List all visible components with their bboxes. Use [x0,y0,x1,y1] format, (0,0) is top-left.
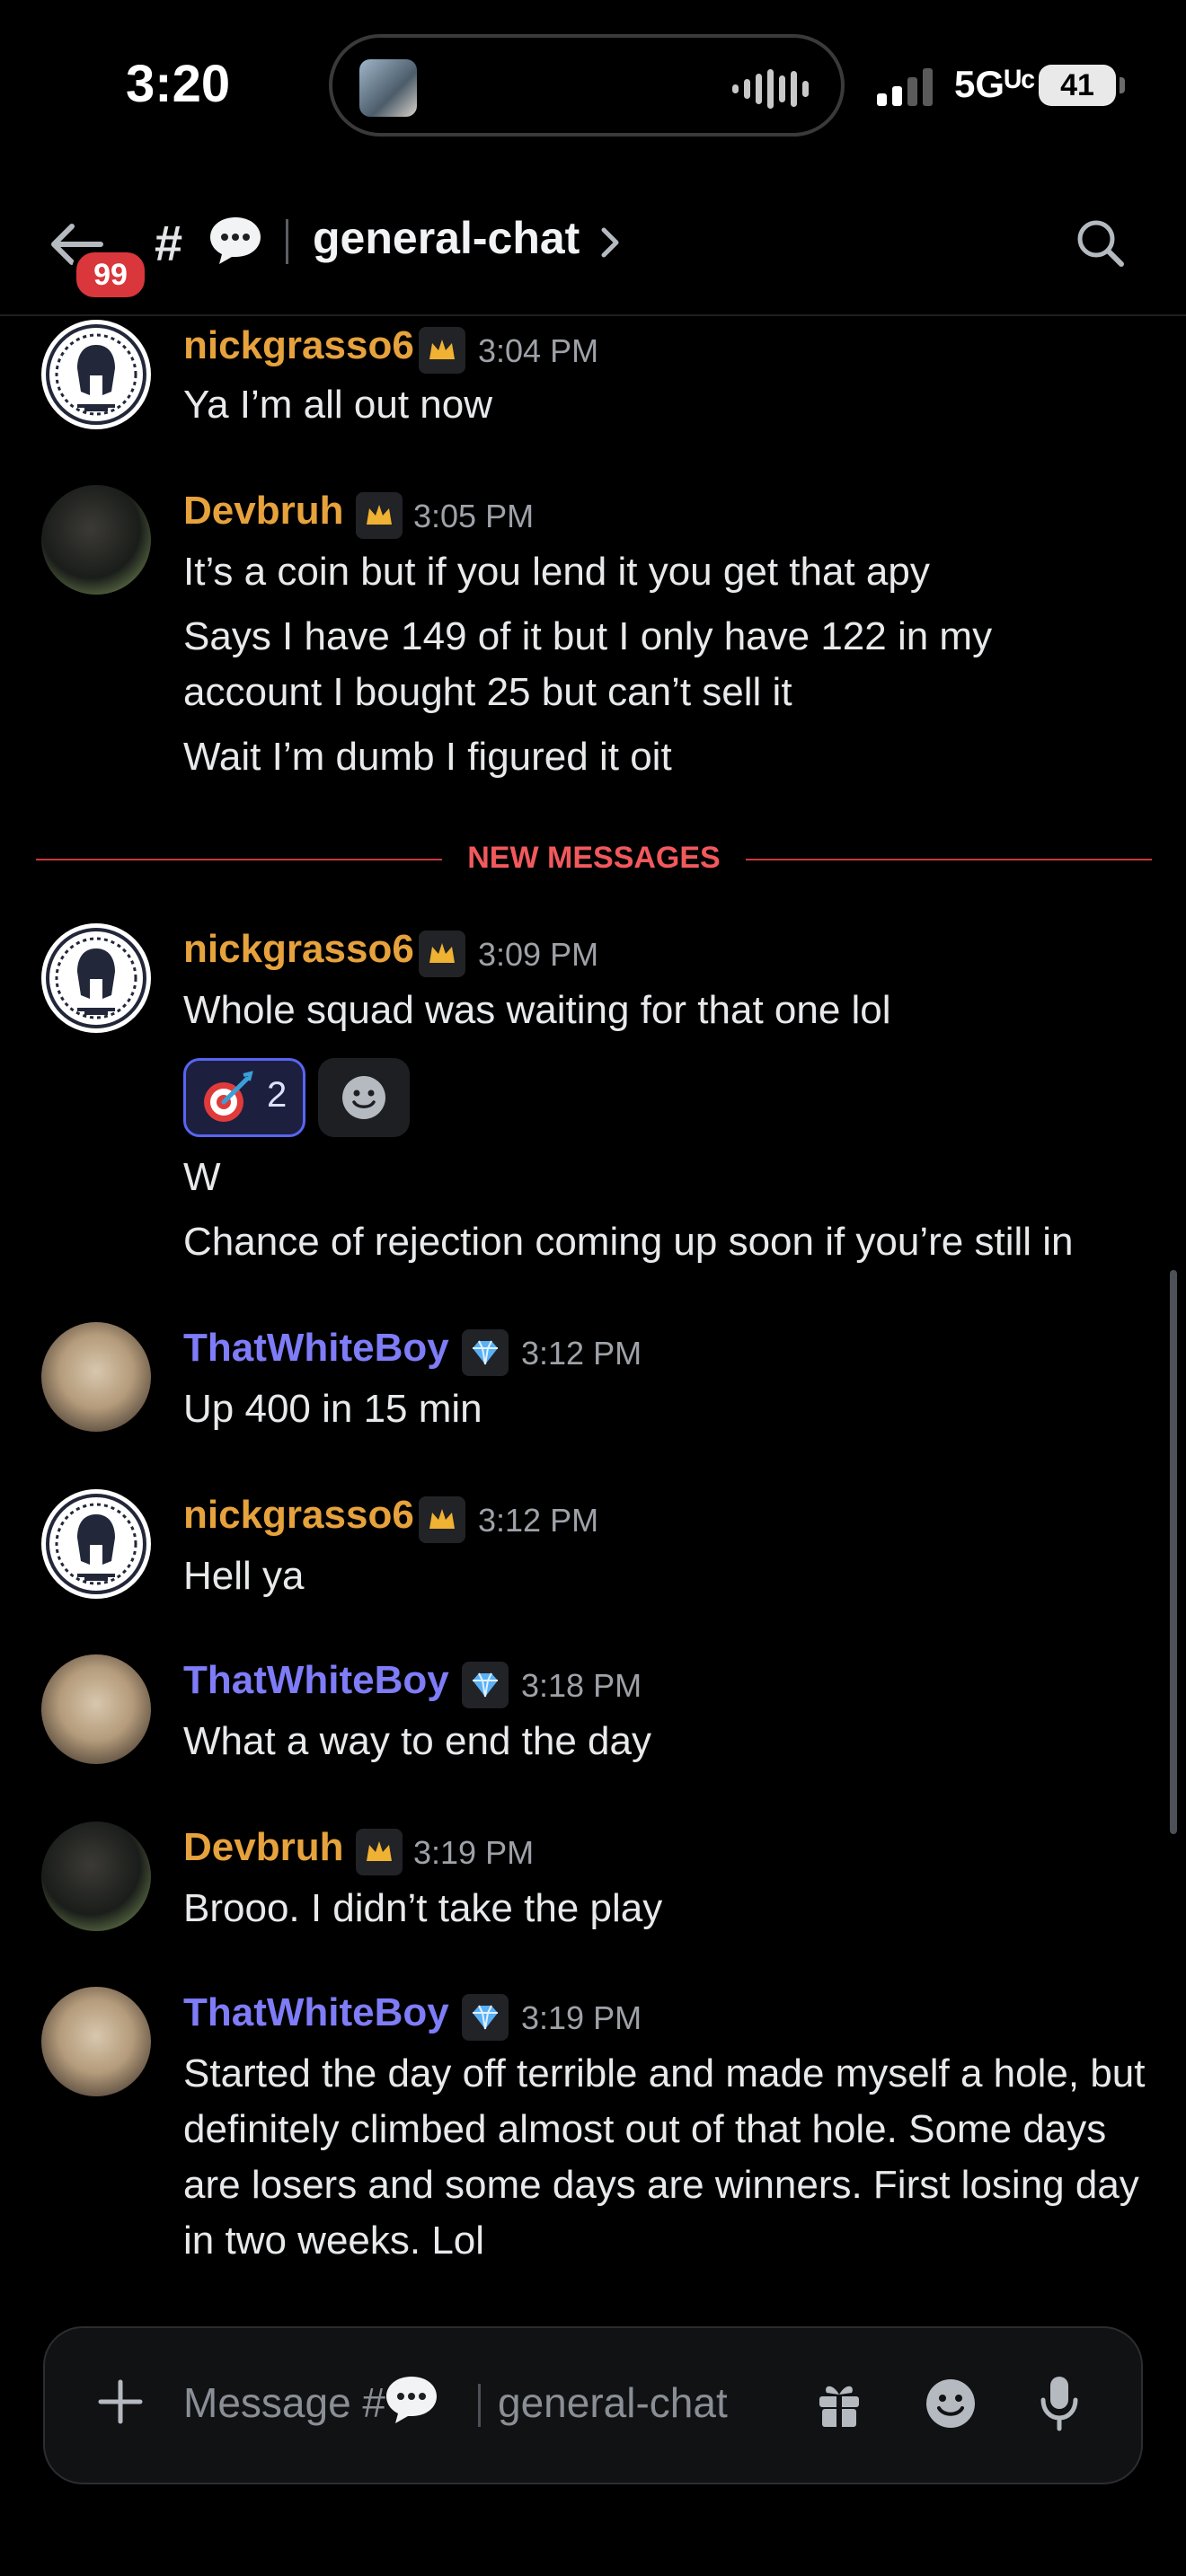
now-playing-thumbnail [359,59,417,117]
role-crown-badge[interactable] [419,1496,465,1543]
header-divider [286,219,288,264]
speech-bubble-icon [386,2377,437,2423]
message-text: Chance of rejection coming up soon if yo… [183,1220,1074,1264]
channel-title[interactable]: general-chat [313,212,580,264]
timestamp: 3:19 PM [521,1999,642,2036]
role-crown-badge[interactable] [356,1829,403,1875]
composer-divider [478,2384,481,2427]
avatar[interactable] [41,485,151,595]
direct-hit-icon [204,1071,253,1122]
timestamp: 3:09 PM [478,936,599,973]
message-text: W [183,1155,221,1199]
message-text: Ya I’m all out now [183,383,493,427]
audio-waveform-icon [732,68,809,110]
network-type: 5Gᵁᶜ [954,63,1036,105]
message-text: Hell ya [183,1554,305,1598]
gem-icon [473,1672,498,1698]
cellular-signal-icon [877,66,933,106]
message-text: account I bought 25 but can’t sell it [183,670,792,714]
username[interactable]: nickgrasso6 [183,927,414,972]
new-messages-label: NEW MESSAGES [442,841,746,875]
message-text: Up 400 in 15 min [183,1387,482,1431]
channel-hash: # [155,215,183,271]
role-crown-badge[interactable] [356,492,403,539]
scrollbar[interactable] [1170,1270,1177,1834]
crown-icon [429,1509,455,1529]
avatar[interactable] [41,1322,151,1432]
spartan-helmet-icon [46,1494,146,1594]
role-diamond-badge[interactable] [462,1329,509,1376]
add-reaction-button[interactable] [318,1058,410,1137]
timestamp: 3:18 PM [521,1667,642,1704]
message-text: Started the day off terrible and made my… [183,2051,1146,2263]
crown-icon [429,943,455,963]
avatar[interactable] [41,1822,151,1931]
microphone-icon[interactable] [1037,2373,1082,2432]
timestamp: 3:12 PM [478,1502,599,1539]
battery-cap [1120,77,1125,93]
message-composer[interactable]: Message # general-chat [43,2326,1143,2484]
message-text: Brooo. I didn’t take the play [183,1886,663,1930]
message-input-channel[interactable]: general-chat [498,2378,728,2427]
role-diamond-badge[interactable] [462,1662,509,1708]
message-text: Says I have 149 of it but I only have 12… [183,614,993,658]
message-text: Wait I’m dumb I figured it oit [183,735,672,779]
avatar[interactable] [41,923,151,1033]
avatar[interactable] [41,1489,151,1599]
channel-header: 99 # general-chat [0,180,1186,316]
avatar[interactable] [41,320,151,429]
message-input-placeholder[interactable]: Message # [183,2378,385,2427]
crown-icon [367,505,392,525]
username[interactable]: Devbruh [183,489,343,534]
spartan-helmet-icon [46,324,146,425]
avatar[interactable] [41,1654,151,1764]
username[interactable]: nickgrasso6 [183,1493,414,1538]
username[interactable]: ThatWhiteBoy [183,1326,449,1371]
reaction-count: 2 [267,1075,288,1115]
message-text: Whole squad was waiting for that one lol [183,988,891,1032]
timestamp: 3:04 PM [478,332,599,369]
message-text: It’s a coin but if you lend it you get t… [183,550,930,594]
gem-icon [473,1340,498,1365]
timestamp: 3:05 PM [413,498,535,534]
timestamp: 3:19 PM [413,1834,535,1871]
chevron-right-icon[interactable] [598,225,622,260]
smiley-icon [342,1076,385,1119]
speech-bubble-icon [210,217,261,264]
gift-icon[interactable] [814,2377,864,2430]
role-diamond-badge[interactable] [462,1994,509,2041]
role-crown-badge[interactable] [419,931,465,977]
avatar[interactable] [41,1987,151,2096]
crown-icon [367,1841,392,1861]
reaction-direct-hit[interactable]: 2 [183,1058,305,1137]
status-bar: 3:20 5Gᵁᶜ 41 [0,0,1186,180]
timestamp: 3:12 PM [521,1335,642,1372]
status-time: 3:20 [126,55,231,113]
gem-icon [473,2005,498,2030]
username[interactable]: ThatWhiteBoy [183,1990,449,2035]
spartan-helmet-icon [46,928,146,1028]
message-text: What a way to end the day [183,1719,651,1763]
username[interactable]: nickgrasso6 [183,323,414,368]
battery-icon: 41 [1039,65,1116,106]
search-icon[interactable] [1073,216,1127,269]
dynamic-island[interactable] [329,34,845,137]
crown-icon [429,340,455,359]
username[interactable]: ThatWhiteBoy [183,1658,449,1703]
unread-badge: 99 [72,248,149,302]
role-crown-badge[interactable] [419,327,465,374]
plus-icon[interactable] [95,2377,146,2427]
emoji-icon[interactable] [924,2377,978,2430]
username[interactable]: Devbruh [183,1825,343,1870]
new-messages-divider: NEW MESSAGES [36,841,1152,877]
